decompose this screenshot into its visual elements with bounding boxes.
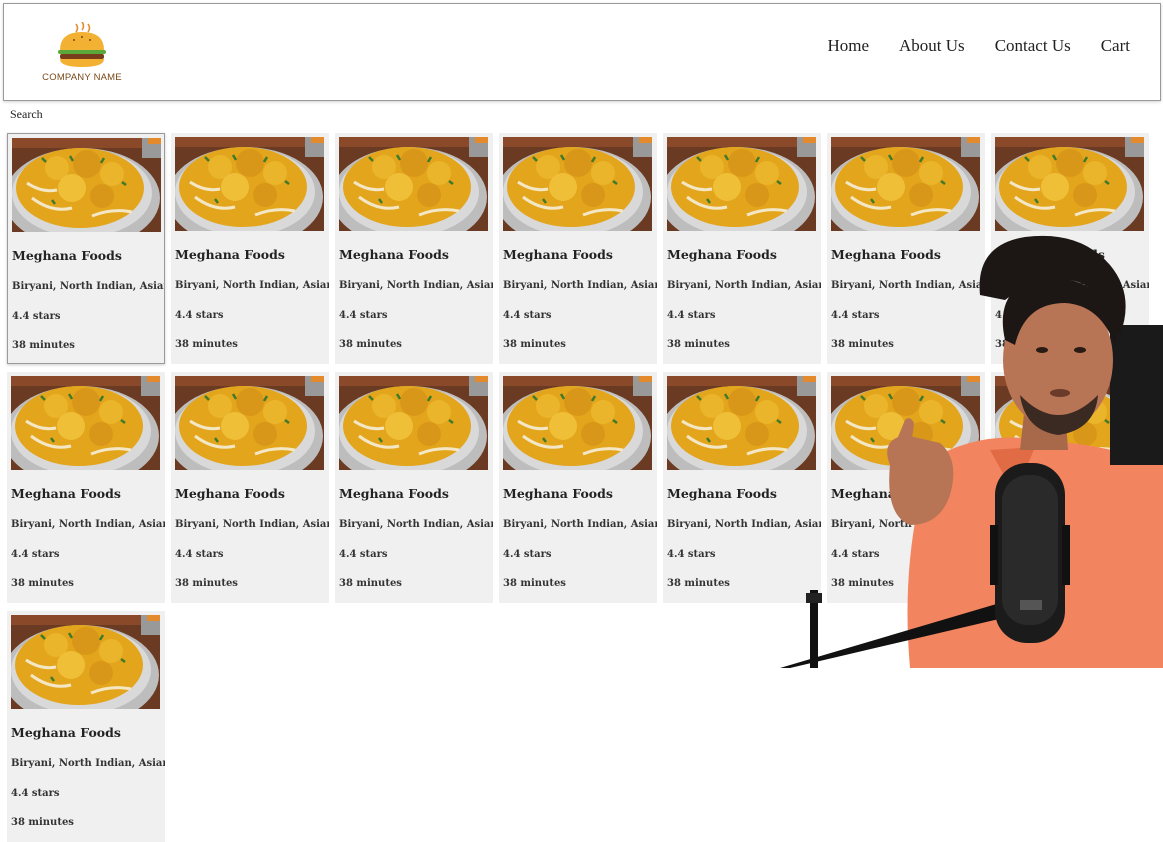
restaurant-rating: 4.4 stars <box>831 549 880 560</box>
restaurant-name: Meghana Foods <box>995 247 1105 262</box>
biryani-image <box>339 137 488 231</box>
restaurant-cuisines: Biryani, North Indian, Asian <box>11 758 165 769</box>
biryani-image <box>831 137 980 231</box>
restaurant-card[interactable]: Meghana Foods Biryani, North Indian, Asi… <box>7 133 165 364</box>
biryani-image <box>667 137 816 231</box>
biryani-image <box>667 376 816 470</box>
restaurant-name: Meghana Foods <box>831 486 941 501</box>
restaurant-delivery-time: 38 minutes <box>11 817 74 828</box>
restaurant-delivery-time: 38 minutes <box>11 578 74 589</box>
restaurant-card[interactable]: Meghana Foods Biryani, North Indian, Asi… <box>7 372 165 603</box>
restaurant-card[interactable]: Meghana Foods Biryani, North Indian, Asi… <box>991 372 1149 603</box>
restaurant-name: Meghana Foods <box>175 247 285 262</box>
restaurant-card[interactable]: Meghana Foods Biryani, North Indian, Asi… <box>7 611 165 842</box>
restaurant-delivery-time: 38 minutes <box>667 578 730 589</box>
biryani-image <box>503 137 652 231</box>
restaurant-name: Meghana Foods <box>339 486 449 501</box>
restaurant-cuisines: Biryani, North Indian, Asian <box>175 519 329 530</box>
restaurant-rating: 4.4 stars <box>831 310 880 321</box>
restaurant-name: Meghana Foods <box>667 486 777 501</box>
restaurant-card[interactable]: Meghana Foods Biryani, North Indian, Asi… <box>171 133 329 364</box>
restaurant-name: Meghana Foods <box>503 486 613 501</box>
restaurant-cuisines: Biryani, North Indian, Asian <box>831 519 985 530</box>
restaurant-rating: 4.4 stars <box>339 549 388 560</box>
restaurant-rating: 4.4 stars <box>339 310 388 321</box>
restaurant-delivery-time: 38 minutes <box>831 578 894 589</box>
restaurant-delivery-time: 38 minutes <box>175 339 238 350</box>
biryani-image <box>339 376 488 470</box>
restaurant-name: Meghana Foods <box>667 247 777 262</box>
restaurant-rating: 4.4 stars <box>12 311 61 322</box>
restaurant-rating: 4.4 stars <box>667 310 716 321</box>
restaurant-delivery-time: 38 minutes <box>339 578 402 589</box>
restaurant-cuisines: Biryani, North Indian, Asian <box>12 281 165 292</box>
restaurant-card[interactable]: Meghana Foods Biryani, North Indian, Asi… <box>499 133 657 364</box>
restaurant-card[interactable]: Meghana Foods Biryani, North Indian, Asi… <box>827 133 985 364</box>
restaurant-grid: Meghana Foods Biryani, North Indian, Asi… <box>0 0 1163 842</box>
restaurant-cuisines: Biryani, North Indian, Asian <box>175 280 329 291</box>
biryani-image <box>175 376 324 470</box>
restaurant-name: Meghana Foods <box>995 486 1105 501</box>
restaurant-name: Meghana Foods <box>339 247 449 262</box>
restaurant-delivery-time: 38 minutes <box>503 578 566 589</box>
restaurant-card[interactable]: Meghana Foods Biryani, North Indian, Asi… <box>827 372 985 603</box>
restaurant-card[interactable]: Meghana Foods Biryani, North Indian, Asi… <box>663 372 821 603</box>
restaurant-cuisines: Biryani, North Indian, Asian <box>831 280 985 291</box>
restaurant-delivery-time: 38 minutes <box>667 339 730 350</box>
restaurant-name: Meghana Foods <box>11 486 121 501</box>
biryani-image <box>12 138 161 232</box>
biryani-image <box>11 615 160 709</box>
restaurant-card[interactable]: Meghana Foods Biryani, North Indian, Asi… <box>663 133 821 364</box>
restaurant-name: Meghana Foods <box>12 248 122 263</box>
restaurant-rating: 4.4 stars <box>175 549 224 560</box>
restaurant-cuisines: Biryani, North Indian, Asian <box>339 280 493 291</box>
biryani-image <box>995 137 1144 231</box>
restaurant-name: Meghana Foods <box>11 725 121 740</box>
restaurant-cuisines: Biryani, North Indian, Asian <box>667 519 821 530</box>
biryani-image <box>11 376 160 470</box>
restaurant-rating: 4.4 stars <box>503 549 552 560</box>
restaurant-cuisines: Biryani, North Indian, Asian <box>11 519 165 530</box>
restaurant-delivery-time: 38 minutes <box>995 578 1058 589</box>
restaurant-name: Meghana Foods <box>175 486 285 501</box>
restaurant-rating: 4.4 stars <box>11 788 60 799</box>
restaurant-card[interactable]: Meghana Foods Biryani, North Indian, Asi… <box>335 133 493 364</box>
restaurant-cuisines: Biryani, North Indian, Asian <box>995 280 1149 291</box>
restaurant-cuisines: Biryani, North Indian, Asian <box>503 280 657 291</box>
restaurant-rating: 4.4 stars <box>11 549 60 560</box>
restaurant-delivery-time: 38 minutes <box>339 339 402 350</box>
restaurant-card[interactable]: Meghana Foods Biryani, North Indian, Asi… <box>335 372 493 603</box>
restaurant-cuisines: Biryani, North Indian, Asian <box>339 519 493 530</box>
biryani-image <box>995 376 1144 470</box>
restaurant-rating: 4.4 stars <box>503 310 552 321</box>
restaurant-delivery-time: 38 minutes <box>503 339 566 350</box>
biryani-image <box>175 137 324 231</box>
restaurant-rating: 4.4 stars <box>995 549 1044 560</box>
restaurant-cuisines: Biryani, North Indian, Asian <box>667 280 821 291</box>
restaurant-card[interactable]: Meghana Foods Biryani, North Indian, Asi… <box>991 133 1149 364</box>
restaurant-delivery-time: 38 minutes <box>175 578 238 589</box>
restaurant-name: Meghana Foods <box>831 247 941 262</box>
restaurant-rating: 4.4 stars <box>667 549 716 560</box>
biryani-image <box>831 376 980 470</box>
restaurant-name: Meghana Foods <box>503 247 613 262</box>
restaurant-cuisines: Biryani, North Indian, Asian <box>995 519 1149 530</box>
restaurant-rating: 4.4 stars <box>995 310 1044 321</box>
restaurant-cuisines: Biryani, North Indian, Asian <box>503 519 657 530</box>
biryani-image <box>503 376 652 470</box>
restaurant-delivery-time: 38 minutes <box>12 340 75 351</box>
restaurant-delivery-time: 38 minutes <box>831 339 894 350</box>
restaurant-rating: 4.4 stars <box>175 310 224 321</box>
restaurant-card[interactable]: Meghana Foods Biryani, North Indian, Asi… <box>171 372 329 603</box>
restaurant-card[interactable]: Meghana Foods Biryani, North Indian, Asi… <box>499 372 657 603</box>
restaurant-delivery-time: 38 minutes <box>995 339 1058 350</box>
